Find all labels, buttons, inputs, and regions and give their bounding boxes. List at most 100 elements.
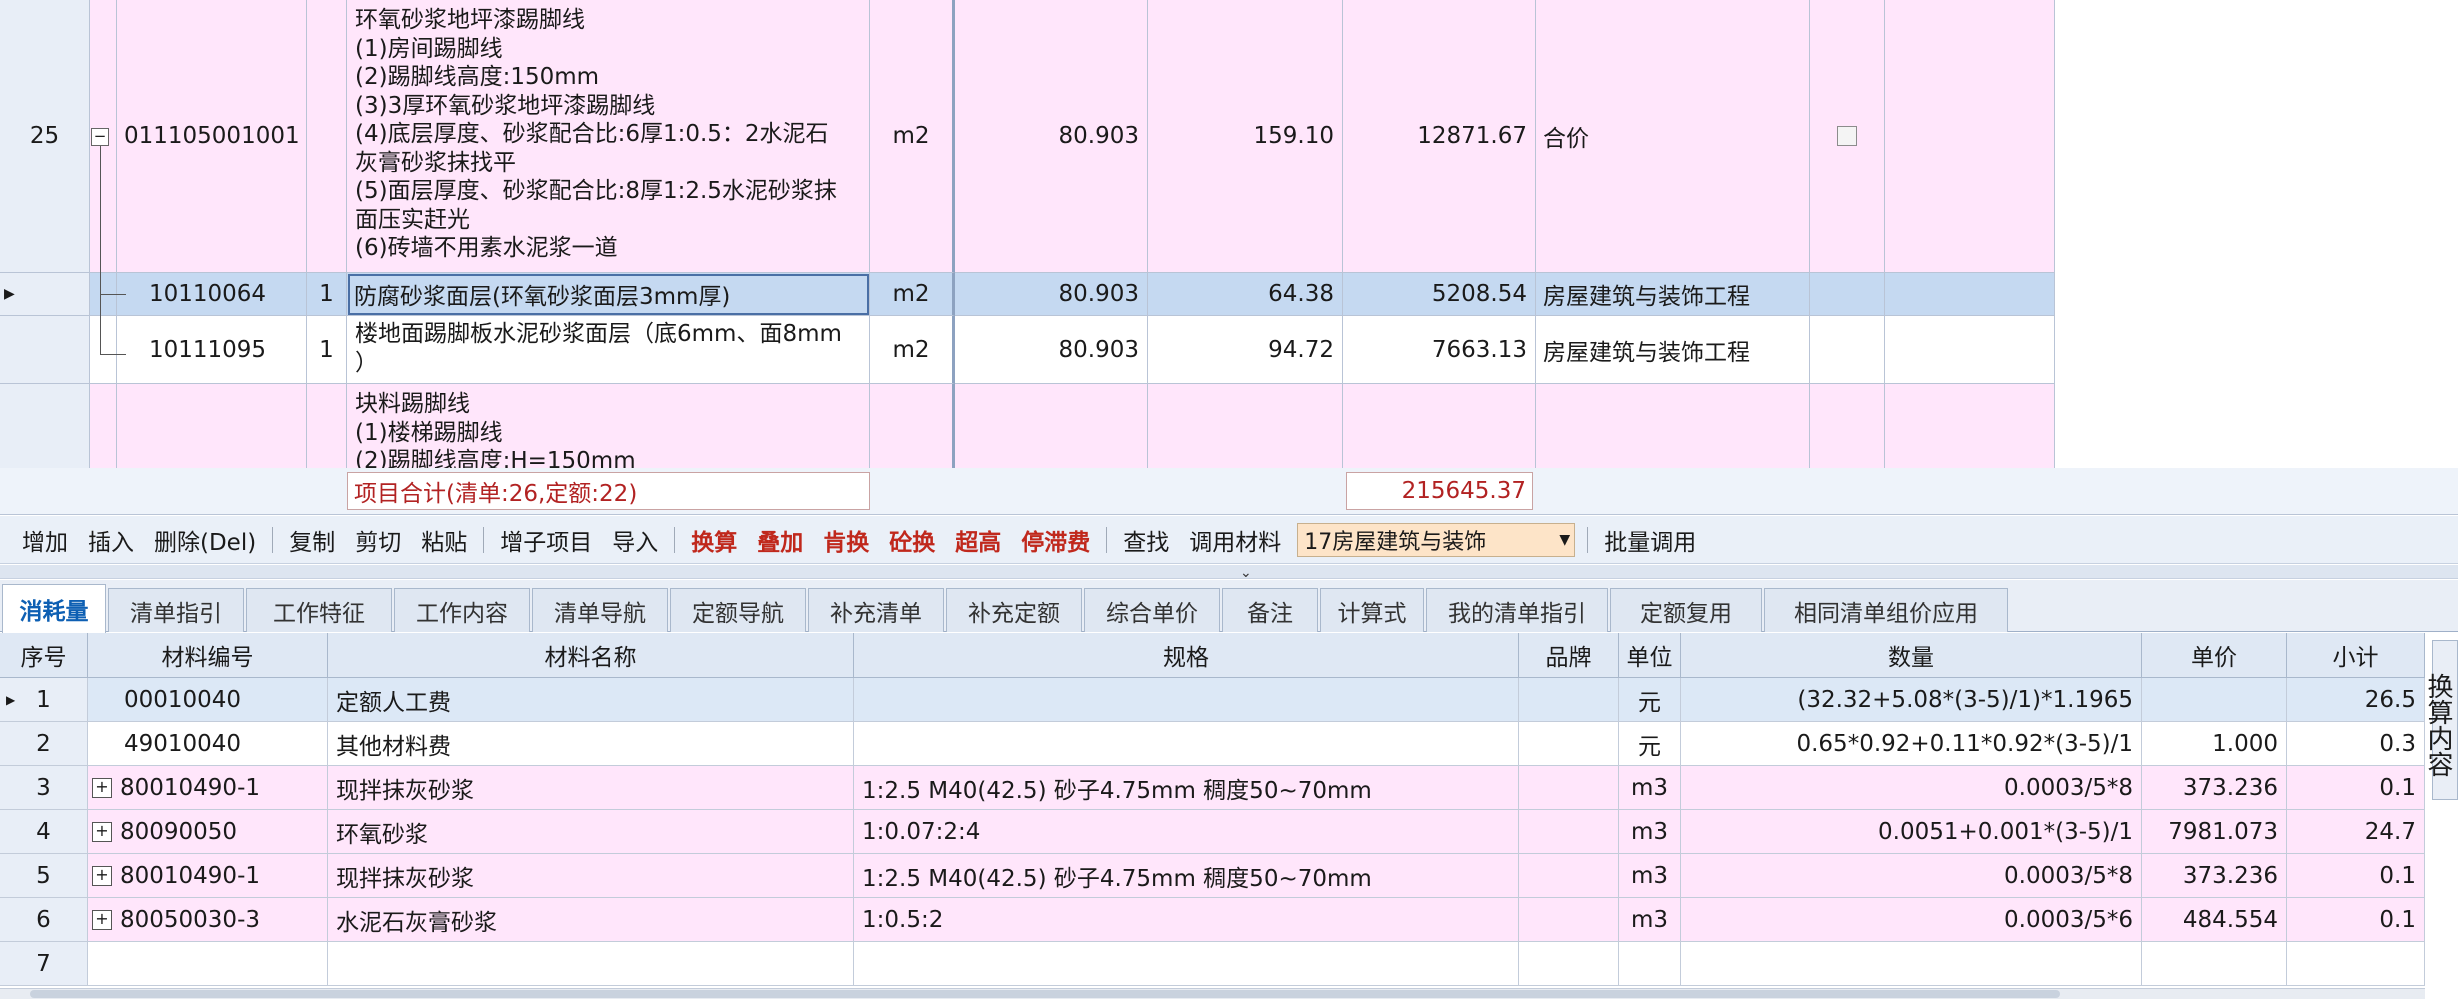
overlay-button[interactable]: 叠加 (747, 523, 813, 557)
conversion-button[interactable]: 换算 (681, 523, 747, 557)
material-unit[interactable]: 元 (1619, 722, 1681, 766)
tab-supplement-bill[interactable]: 补充清单 (808, 588, 944, 632)
material-spec[interactable] (854, 678, 1519, 722)
copy-button[interactable]: 复制 (279, 523, 345, 557)
material-brand[interactable] (1519, 942, 1619, 986)
material-code[interactable]: +80050030-3 (88, 898, 328, 942)
material-brand[interactable] (1519, 854, 1619, 898)
row-checkbox[interactable] (1837, 126, 1857, 146)
material-spec[interactable] (854, 942, 1519, 986)
quota-unit[interactable]: m2 (870, 316, 955, 384)
item-quantity[interactable]: 80.903 (955, 0, 1148, 273)
downtime-fee-button[interactable]: 停滞费 (1011, 523, 1100, 557)
quota-count[interactable]: 1 (307, 273, 347, 316)
col-header-spec[interactable]: 规格 (854, 633, 1519, 678)
item-total[interactable] (1343, 384, 1536, 468)
quota-category[interactable]: 房屋建筑与装饰工程 (1536, 316, 1810, 384)
item-category[interactable]: 合价 (1536, 0, 1810, 273)
material-quantity[interactable]: 0.0003/5*8 (1681, 854, 2142, 898)
quota-total[interactable]: 7663.13 (1343, 316, 1536, 384)
quota-row[interactable]: 10111095 1 楼地面踢脚板水泥砂浆面层（底6mm、面8mm ） m2 8… (0, 316, 2055, 384)
chevron-down-icon[interactable]: ▼ (1559, 532, 1570, 548)
tab-quota-nav[interactable]: 定额导航 (670, 588, 806, 632)
bill-item-row[interactable]: 25 011105001001 环氧砂浆地坪漆踢脚线 (1)房间踢脚线 (2)踢… (0, 0, 2055, 273)
material-subtotal[interactable] (2287, 942, 2425, 986)
material-spec[interactable] (854, 722, 1519, 766)
col-header-price[interactable]: 单价 (2142, 633, 2287, 678)
item-unit[interactable]: m2 (870, 0, 955, 273)
material-unit-price[interactable] (2142, 678, 2287, 722)
material-subtotal[interactable]: 26.5 (2287, 678, 2425, 722)
col-header-brand[interactable]: 品牌 (1519, 633, 1619, 678)
expand-icon[interactable]: + (92, 821, 112, 842)
find-button[interactable]: 查找 (1113, 523, 1179, 557)
insert-button[interactable]: 插入 (78, 523, 144, 557)
material-name[interactable]: 现拌抹灰砂浆 (328, 854, 854, 898)
material-brand[interactable] (1519, 722, 1619, 766)
material-code[interactable]: 49010040 (88, 722, 328, 766)
material-brand[interactable] (1519, 766, 1619, 810)
row-number[interactable]: 6 (0, 898, 88, 942)
col-header-qty[interactable]: 数量 (1681, 633, 2142, 678)
item-unit-price[interactable]: 159.10 (1148, 0, 1343, 273)
tab-work-content[interactable]: 工作内容 (394, 588, 530, 632)
material-code[interactable]: +80090050 (88, 810, 328, 854)
item-category[interactable] (1536, 384, 1810, 468)
material-brand[interactable] (1519, 898, 1619, 942)
material-name[interactable]: 现拌抹灰砂浆 (328, 766, 854, 810)
col-header-seq[interactable]: 序号 (0, 633, 88, 678)
quota-quantity[interactable]: 80.903 (955, 273, 1148, 316)
quota-unit-price[interactable]: 94.72 (1148, 316, 1343, 384)
scrollbar-thumb[interactable] (30, 990, 2060, 998)
material-unit[interactable]: 元 (1619, 678, 1681, 722)
add-button[interactable]: 增加 (12, 523, 78, 557)
quota-unit-price[interactable]: 64.38 (1148, 273, 1343, 316)
item-unit-price[interactable] (1148, 384, 1343, 468)
item-code[interactable] (117, 384, 307, 468)
horizontal-scrollbar[interactable] (0, 988, 2425, 999)
tab-quota-reuse[interactable]: 定额复用 (1610, 588, 1762, 632)
item-description[interactable]: 环氧砂浆地坪漆踢脚线 (1)房间踢脚线 (2)踢脚线高度:150mm (3)3厚… (347, 0, 870, 273)
material-unit[interactable] (1619, 942, 1681, 986)
panel-splitter[interactable]: ⌄ (0, 565, 2458, 581)
material-unit[interactable]: m3 (1619, 810, 1681, 854)
material-spec[interactable]: 1:2.5 M40(42.5) 砂子4.75mm 稠度50~70mm (854, 854, 1519, 898)
material-unit-price[interactable]: 1.000 (2142, 722, 2287, 766)
material-spec[interactable]: 1:2.5 M40(42.5) 砂子4.75mm 稠度50~70mm (854, 766, 1519, 810)
material-quantity[interactable]: (32.32+5.08*(3-5)/1)*1.1965 (1681, 678, 2142, 722)
collapse-icon[interactable]: − (91, 128, 109, 146)
expand-icon[interactable]: + (92, 777, 112, 798)
bill-item-row[interactable]: 块料踢脚线 (1)楼梯踢脚线 (2)踢脚线高度:H=150mm (0, 384, 2055, 468)
delete-button[interactable]: 删除(Del) (144, 523, 266, 557)
quota-total[interactable]: 5208.54 (1343, 273, 1536, 316)
tab-my-bill-guide[interactable]: 我的清单指引 (1426, 588, 1608, 632)
tab-unit-price[interactable]: 综合单价 (1084, 588, 1220, 632)
chevron-down-icon[interactable]: ⌄ (1240, 565, 1252, 581)
quota-category[interactable]: 房屋建筑与装饰工程 (1536, 273, 1810, 316)
quota-code[interactable]: 10111095 (117, 316, 307, 384)
expand-icon[interactable]: + (92, 865, 112, 886)
quota-unit[interactable]: m2 (870, 273, 955, 316)
material-unit-price[interactable] (2142, 942, 2287, 986)
material-code[interactable]: +80010490-1 (88, 854, 328, 898)
quota-count[interactable]: 1 (307, 316, 347, 384)
col-header-name[interactable]: 材料名称 (328, 633, 854, 678)
item-unit[interactable] (870, 384, 955, 468)
call-material-button[interactable]: 调用材料 (1179, 523, 1291, 557)
material-unit-price[interactable]: 7981.073 (2142, 810, 2287, 854)
row-number[interactable]: 2 (0, 722, 88, 766)
row-number[interactable]: 3 (0, 766, 88, 810)
quota-code[interactable]: 10110064 (117, 273, 307, 316)
material-unit[interactable]: m3 (1619, 898, 1681, 942)
tab-supplement-quota[interactable]: 补充定额 (946, 588, 1082, 632)
tab-formula[interactable]: 计算式 (1320, 588, 1424, 632)
material-name[interactable]: 水泥石灰膏砂浆 (328, 898, 854, 942)
tab-consumption[interactable]: 消耗量 (2, 584, 106, 633)
material-name[interactable]: 其他材料费 (328, 722, 854, 766)
item-total[interactable]: 12871.67 (1343, 0, 1536, 273)
material-unit-price[interactable]: 373.236 (2142, 766, 2287, 810)
cut-button[interactable]: 剪切 (345, 523, 411, 557)
material-name[interactable] (328, 942, 854, 986)
material-name[interactable]: 环氧砂浆 (328, 810, 854, 854)
concrete-replace-button[interactable]: 砼换 (879, 523, 945, 557)
